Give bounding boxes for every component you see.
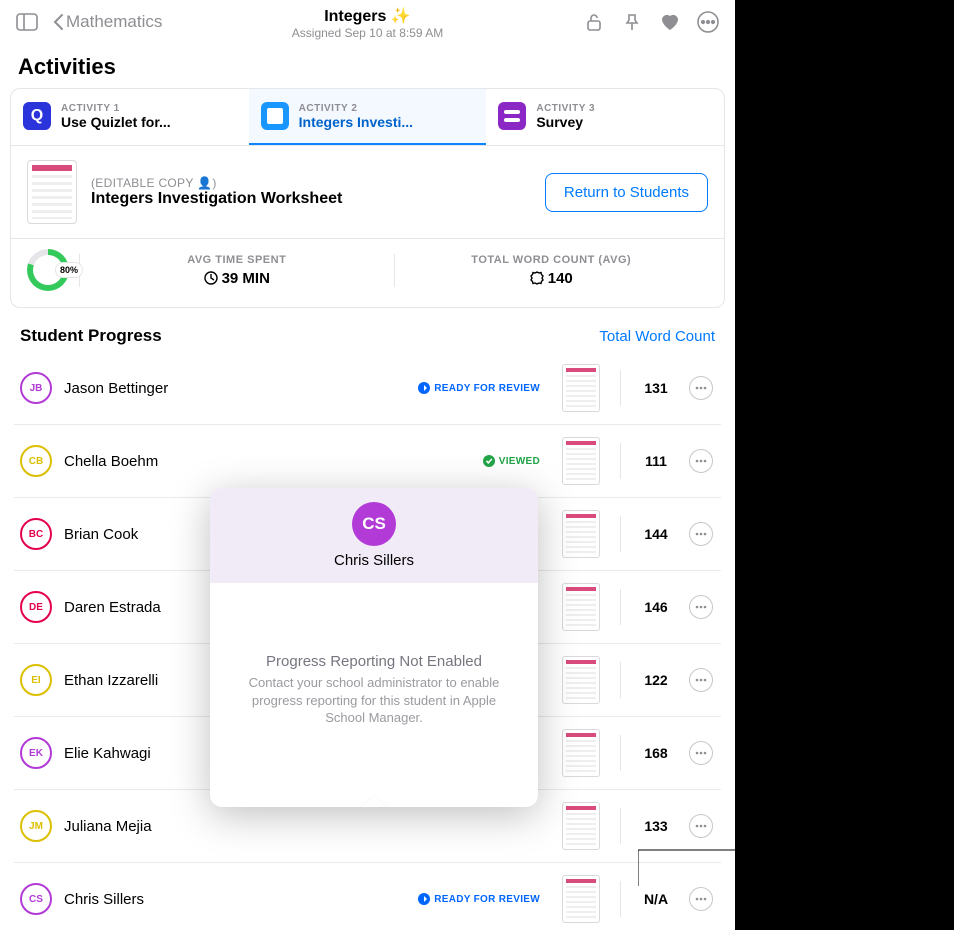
student-avatar: BC xyxy=(20,518,52,550)
word-count-value: 133 xyxy=(641,818,671,834)
popover-body: Contact your school administrator to ena… xyxy=(236,674,512,727)
row-more-icon[interactable] xyxy=(689,814,713,838)
word-count-label: TOTAL WORD COUNT (AVG) xyxy=(395,254,709,266)
worksheet-thumbnail[interactable] xyxy=(27,160,77,224)
pin-icon[interactable] xyxy=(615,5,649,39)
student-avatar: JM xyxy=(20,810,52,842)
student-avatar: CS xyxy=(20,883,52,915)
student-detail-popover: CS Chris Sillers Progress Reporting Not … xyxy=(210,488,538,807)
back-label: Mathematics xyxy=(66,12,162,32)
word-count-value: 122 xyxy=(641,672,671,688)
word-count-value: 131 xyxy=(641,380,671,396)
student-avatar: JB xyxy=(20,372,52,404)
student-avatar: DE xyxy=(20,591,52,623)
submission-thumbnail[interactable] xyxy=(562,656,600,704)
word-count-value: 144 xyxy=(641,526,671,542)
tab-activity-1[interactable]: ACTIVITY 1Use Quizlet for... xyxy=(11,89,249,145)
return-to-students-button[interactable]: Return to Students xyxy=(545,173,708,212)
row-more-icon[interactable] xyxy=(689,887,713,911)
row-more-icon[interactable] xyxy=(689,522,713,546)
lock-icon[interactable] xyxy=(577,5,611,39)
page-title: Integers ✨ xyxy=(238,6,498,26)
heart-icon[interactable] xyxy=(653,5,687,39)
student-name: Chella Boehm xyxy=(64,453,471,470)
student-row[interactable]: JB Jason Bettinger READY FOR REVIEW 131 xyxy=(14,352,721,425)
completion-ring: 80% xyxy=(27,249,69,291)
row-more-icon[interactable] xyxy=(689,449,713,473)
student-name: Chris Sillers xyxy=(64,891,406,908)
document-icon xyxy=(261,102,289,130)
activities-heading: Activities xyxy=(18,54,717,80)
activity-title: Integers Investigation Worksheet xyxy=(91,190,531,208)
word-count-value: 168 xyxy=(641,745,671,761)
editable-copy-label: (EDITABLE COPY 👤) xyxy=(91,176,531,190)
row-more-icon[interactable] xyxy=(689,741,713,765)
quizlet-icon xyxy=(23,102,51,130)
word-count-value: 146 xyxy=(641,599,671,615)
popover-avatar: CS xyxy=(352,502,396,546)
status-viewed: VIEWED xyxy=(483,455,540,467)
tab-activity-3[interactable]: ACTIVITY 3Survey xyxy=(486,89,724,145)
clock-icon xyxy=(204,271,218,285)
popover-student-name: Chris Sillers xyxy=(210,552,538,569)
sidebar-icon[interactable] xyxy=(10,5,44,39)
submission-thumbnail[interactable] xyxy=(562,364,600,412)
survey-icon xyxy=(498,102,526,130)
student-avatar: CB xyxy=(20,445,52,477)
tab-activity-2[interactable]: ACTIVITY 2Integers Investi... xyxy=(249,89,487,145)
submission-thumbnail[interactable] xyxy=(562,510,600,558)
word-count-value: N/A xyxy=(641,891,671,907)
assigned-subtitle: Assigned Sep 10 at 8:59 AM xyxy=(238,26,498,40)
popover-heading: Progress Reporting Not Enabled xyxy=(236,653,512,670)
status-ready-for-review: READY FOR REVIEW xyxy=(418,382,540,394)
more-icon[interactable] xyxy=(691,5,725,39)
submission-thumbnail[interactable] xyxy=(562,437,600,485)
submission-thumbnail[interactable] xyxy=(562,729,600,777)
student-name: Juliana Mejia xyxy=(64,818,540,835)
submission-thumbnail[interactable] xyxy=(562,875,600,923)
avg-time-label: AVG TIME SPENT xyxy=(80,254,394,266)
badge-icon xyxy=(530,271,544,285)
student-progress-heading: Student Progress xyxy=(20,326,162,346)
student-row[interactable]: CS Chris Sillers READY FOR REVIEW N/A xyxy=(14,863,721,930)
row-more-icon[interactable] xyxy=(689,668,713,692)
total-word-count-link[interactable]: Total Word Count xyxy=(599,328,715,345)
status-ready-for-review: READY FOR REVIEW xyxy=(418,893,540,905)
student-name: Jason Bettinger xyxy=(64,380,406,397)
submission-thumbnail[interactable] xyxy=(562,802,600,850)
student-avatar: EI xyxy=(20,664,52,696)
word-count-value: 111 xyxy=(641,453,671,469)
back-button[interactable]: Mathematics xyxy=(52,12,162,32)
row-more-icon[interactable] xyxy=(689,595,713,619)
submission-thumbnail[interactable] xyxy=(562,583,600,631)
student-avatar: EK xyxy=(20,737,52,769)
row-more-icon[interactable] xyxy=(689,376,713,400)
